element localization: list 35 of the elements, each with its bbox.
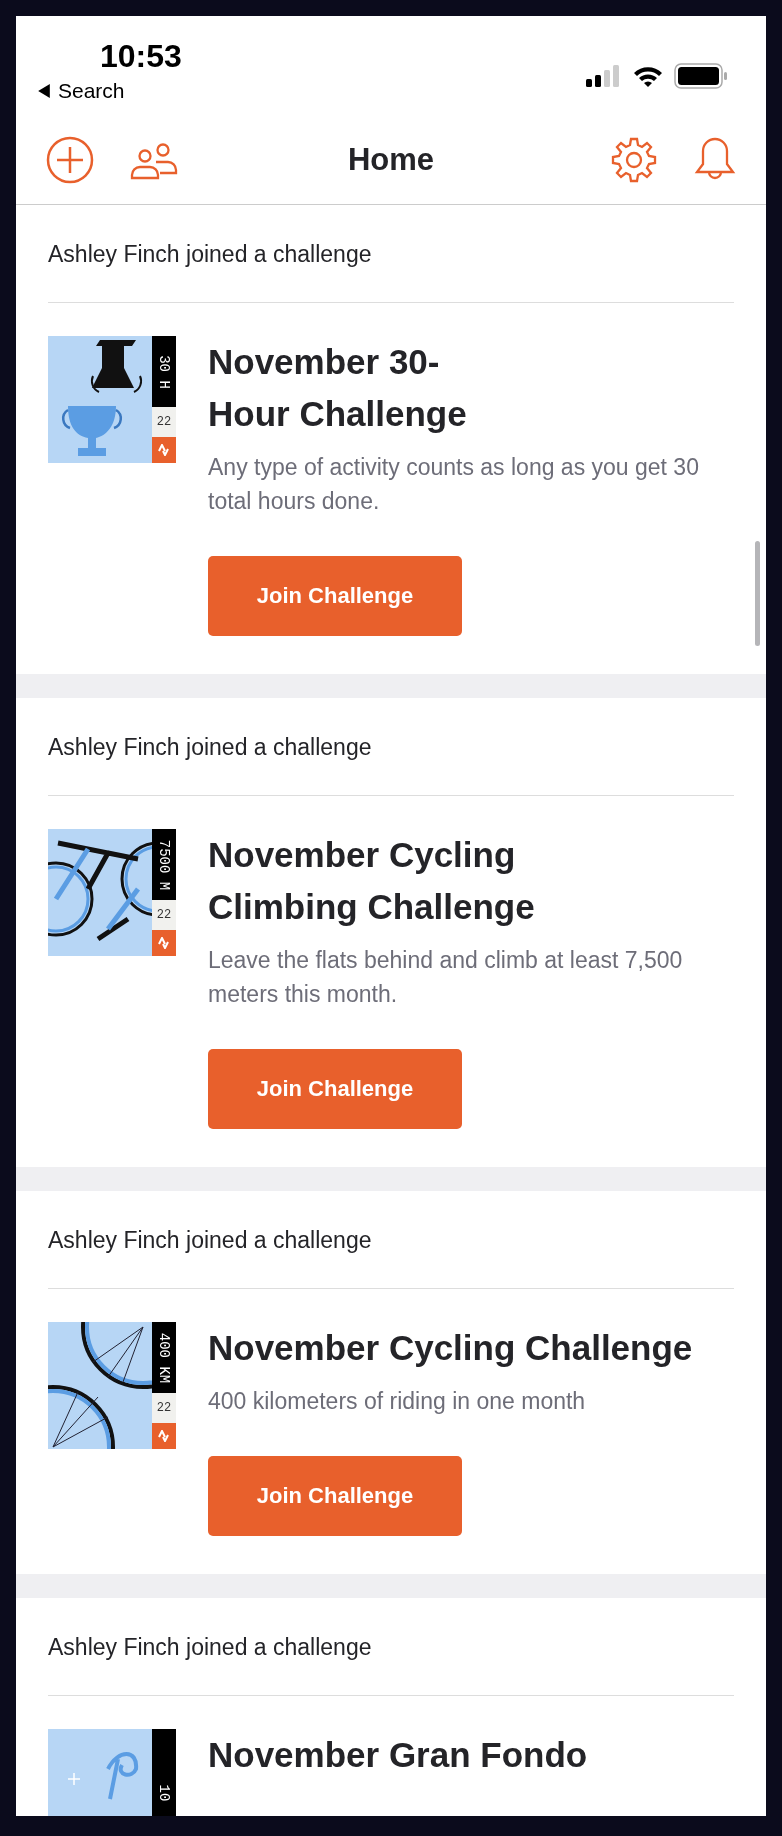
challenge-title[interactable]: November Cycling Challenge	[208, 1322, 734, 1374]
badge-year: 22	[152, 407, 176, 437]
challenge-description: Leave the flats behind and climb at least 7,500 meters this month.	[208, 946, 684, 1009]
challenge-badge[interactable]: 10	[48, 1729, 176, 1816]
challenge-title[interactable]: November 30- Hour Challenge	[208, 336, 734, 440]
back-link[interactable]: Search	[38, 79, 182, 103]
battery-icon	[674, 63, 728, 89]
chevron-logo-icon	[158, 1430, 170, 1442]
badge-year: 22	[152, 1393, 176, 1423]
challenge-description: Any type of activity counts as long as you get 30 total hours done.	[208, 453, 700, 516]
challenge-title[interactable]: November Cycling Climbing Challenge	[208, 829, 734, 933]
badge-label: 10	[156, 1784, 172, 1801]
badge-label: 30 H	[156, 354, 172, 389]
badge-label: 400 KM	[156, 1332, 172, 1383]
challenge-title[interactable]: November Gran Fondo	[208, 1729, 734, 1781]
status-time: 10:53	[100, 38, 182, 75]
wifi-icon	[632, 64, 664, 88]
chevron-logo-icon	[158, 444, 170, 456]
activity-text: Ashley Finch joined a challenge	[48, 1598, 734, 1696]
activity-text: Ashley Finch joined a challenge	[48, 1191, 734, 1289]
chevron-logo-icon	[158, 937, 170, 949]
badge-label: 7500 M	[156, 839, 172, 890]
settings-icon[interactable]	[610, 136, 658, 184]
activity-text: Ashley Finch joined a challenge	[48, 698, 734, 796]
challenge-badge[interactable]: 30 H 22	[48, 336, 176, 463]
add-icon[interactable]	[46, 136, 94, 184]
challenge-badge[interactable]: 7500 M 22	[48, 829, 176, 956]
challenge-badge[interactable]: 400 KM 22	[48, 1322, 176, 1449]
people-icon[interactable]	[130, 140, 178, 180]
challenge-description: 400 kilometers of riding in one month	[208, 1387, 587, 1416]
page-title: Home	[347, 142, 435, 178]
back-arrow-icon	[38, 84, 50, 98]
activity-text: Ashley Finch joined a challenge	[48, 205, 734, 303]
signal-icon	[586, 65, 622, 87]
badge-year: 22	[152, 900, 176, 930]
